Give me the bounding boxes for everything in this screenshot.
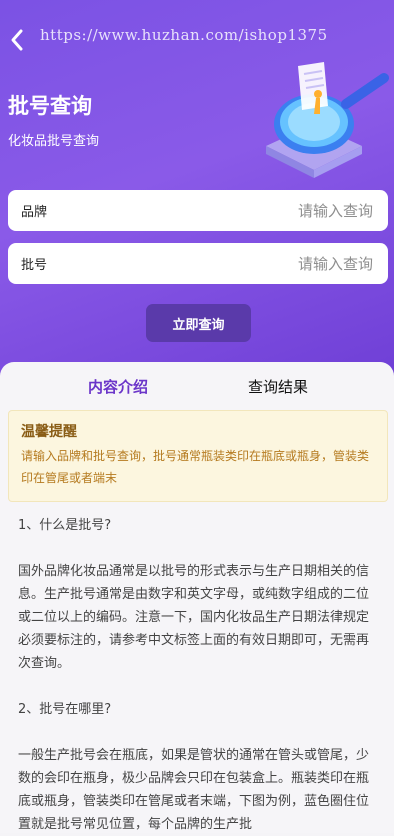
question-2: 2、批号在哪里? [18,702,112,717]
notice-body: 请输入品牌和批号查询，批号通常瓶装类印在瓶底或瓶身，管装类印在管尾或者端末 [21,449,370,485]
tab-intro[interactable]: 内容介绍 [88,376,148,397]
page-title: 批号查询 [8,94,92,118]
query-button[interactable]: 立即查询 [146,304,251,342]
batch-input[interactable] [171,253,375,274]
notice-box: 温馨提醒 请输入品牌和批号查询，批号通常瓶装类印在瓶底或瓶身，管装类印在管尾或者… [8,410,388,502]
notice-title: 温馨提醒 [21,424,77,440]
back-button[interactable] [6,28,28,54]
page-subtitle: 化妆品批号查询 [8,134,100,149]
brand-field: 品牌 [8,190,388,231]
question-1: 1、什么是批号? [18,518,112,533]
chevron-left-icon [11,29,23,51]
batch-field: 批号 [8,243,388,284]
tab-result[interactable]: 查询结果 [248,376,308,397]
batch-label: 批号 [21,258,48,273]
header-banner: https://www.huzhan.com/ishop1375 批号查询 化妆… [0,0,394,380]
answer-2: 一般生产批号会在瓶底，如果是管状的通常在管头或管尾，少数的会印在瓶身，极少品牌会… [18,748,370,832]
answer-1: 国外品牌化妆品通常是以批号的形式表示与生产日期相关的信息。生产批号通常是由数字和… [18,564,370,671]
watermark-text: https://www.huzhan.com/ishop1375 [40,26,328,44]
brand-label: 品牌 [21,205,48,220]
brand-input[interactable] [171,200,375,221]
intro-content: 1、什么是批号? 国外品牌化妆品通常是以批号的形式表示与生产日期相关的信息。生产… [18,514,374,836]
content-panel: 内容介绍 查询结果 温馨提醒 请输入品牌和批号查询，批号通常瓶装类印在瓶底或瓶身… [0,362,394,833]
search-illustration-icon [266,62,389,178]
